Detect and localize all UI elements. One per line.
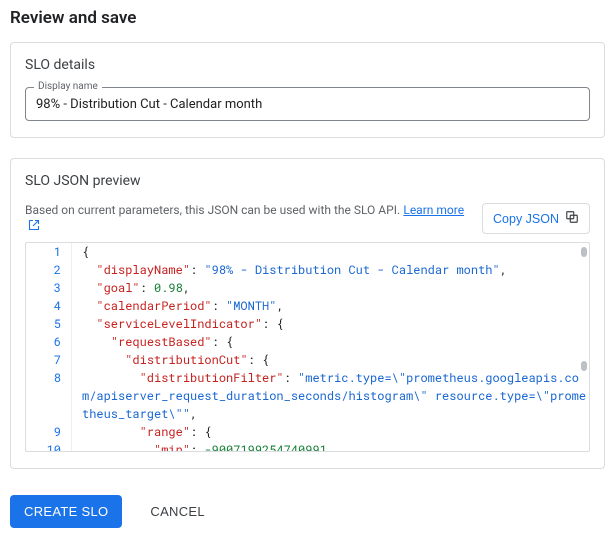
line-number: 3: [26, 279, 72, 297]
code-line: 4 "calendarPeriod": "MONTH",: [26, 297, 589, 315]
code-content: "calendarPeriod": "MONTH",: [72, 297, 589, 315]
display-name-label: Display name: [34, 81, 102, 92]
page-title: Review and save: [10, 8, 605, 28]
code-line: 9 "range": {: [26, 423, 589, 441]
line-number: 10: [26, 441, 72, 452]
code-content: "goal": 0.98,: [72, 279, 589, 297]
footer-actions: CREATE SLO CANCEL: [10, 489, 605, 528]
create-slo-button[interactable]: CREATE SLO: [10, 495, 122, 528]
code-content: {: [72, 243, 589, 261]
cancel-button[interactable]: CANCEL: [146, 495, 209, 528]
display-name-field[interactable]: Display name: [25, 87, 590, 121]
line-number: 7: [26, 351, 72, 369]
slo-details-heading: SLO details: [25, 57, 590, 73]
code-content: "displayName": "98% - Distribution Cut -…: [72, 261, 589, 279]
json-code-box: 1{2 "displayName": "98% - Distribution C…: [25, 242, 590, 452]
code-content: "min": -9007199254740991,: [72, 441, 589, 452]
slo-details-card: SLO details Display name: [10, 42, 605, 138]
learn-more-label: Learn more: [403, 203, 464, 217]
line-number: 2: [26, 261, 72, 279]
code-line: 8 "distributionFilter": "metric.type=\"p…: [26, 369, 589, 423]
line-number: 4: [26, 297, 72, 315]
line-number: 5: [26, 315, 72, 333]
code-line: 10 "min": -9007199254740991,: [26, 441, 589, 452]
json-preview-card: SLO JSON preview Based on current parame…: [10, 158, 605, 469]
json-preview-help: Based on current parameters, this JSON c…: [25, 203, 400, 217]
code-line: 6 "requestBased": {: [26, 333, 589, 351]
copy-json-label: Copy JSON: [493, 212, 559, 226]
line-number: 6: [26, 333, 72, 351]
copy-json-button[interactable]: Copy JSON: [482, 203, 590, 234]
external-link-icon: [28, 219, 40, 234]
copy-icon: [565, 210, 579, 227]
code-line: 2 "displayName": "98% - Distribution Cut…: [26, 261, 589, 279]
code-content: "serviceLevelIndicator": {: [72, 315, 589, 333]
display-name-input[interactable]: [36, 97, 579, 112]
code-line: 5 "serviceLevelIndicator": {: [26, 315, 589, 333]
code-content: "distributionFilter": "metric.type=\"pro…: [72, 369, 589, 423]
code-line: 7 "distributionCut": {: [26, 351, 589, 369]
code-content: "requestBased": {: [72, 333, 589, 351]
line-number: 9: [26, 423, 72, 441]
code-content: "range": {: [72, 423, 589, 441]
json-preview-heading: SLO JSON preview: [25, 173, 590, 189]
code-line: 1{: [26, 243, 589, 261]
line-number: 8: [26, 369, 72, 423]
code-content: "distributionCut": {: [72, 351, 589, 369]
line-number: 1: [26, 243, 72, 261]
code-line: 3 "goal": 0.98,: [26, 279, 589, 297]
